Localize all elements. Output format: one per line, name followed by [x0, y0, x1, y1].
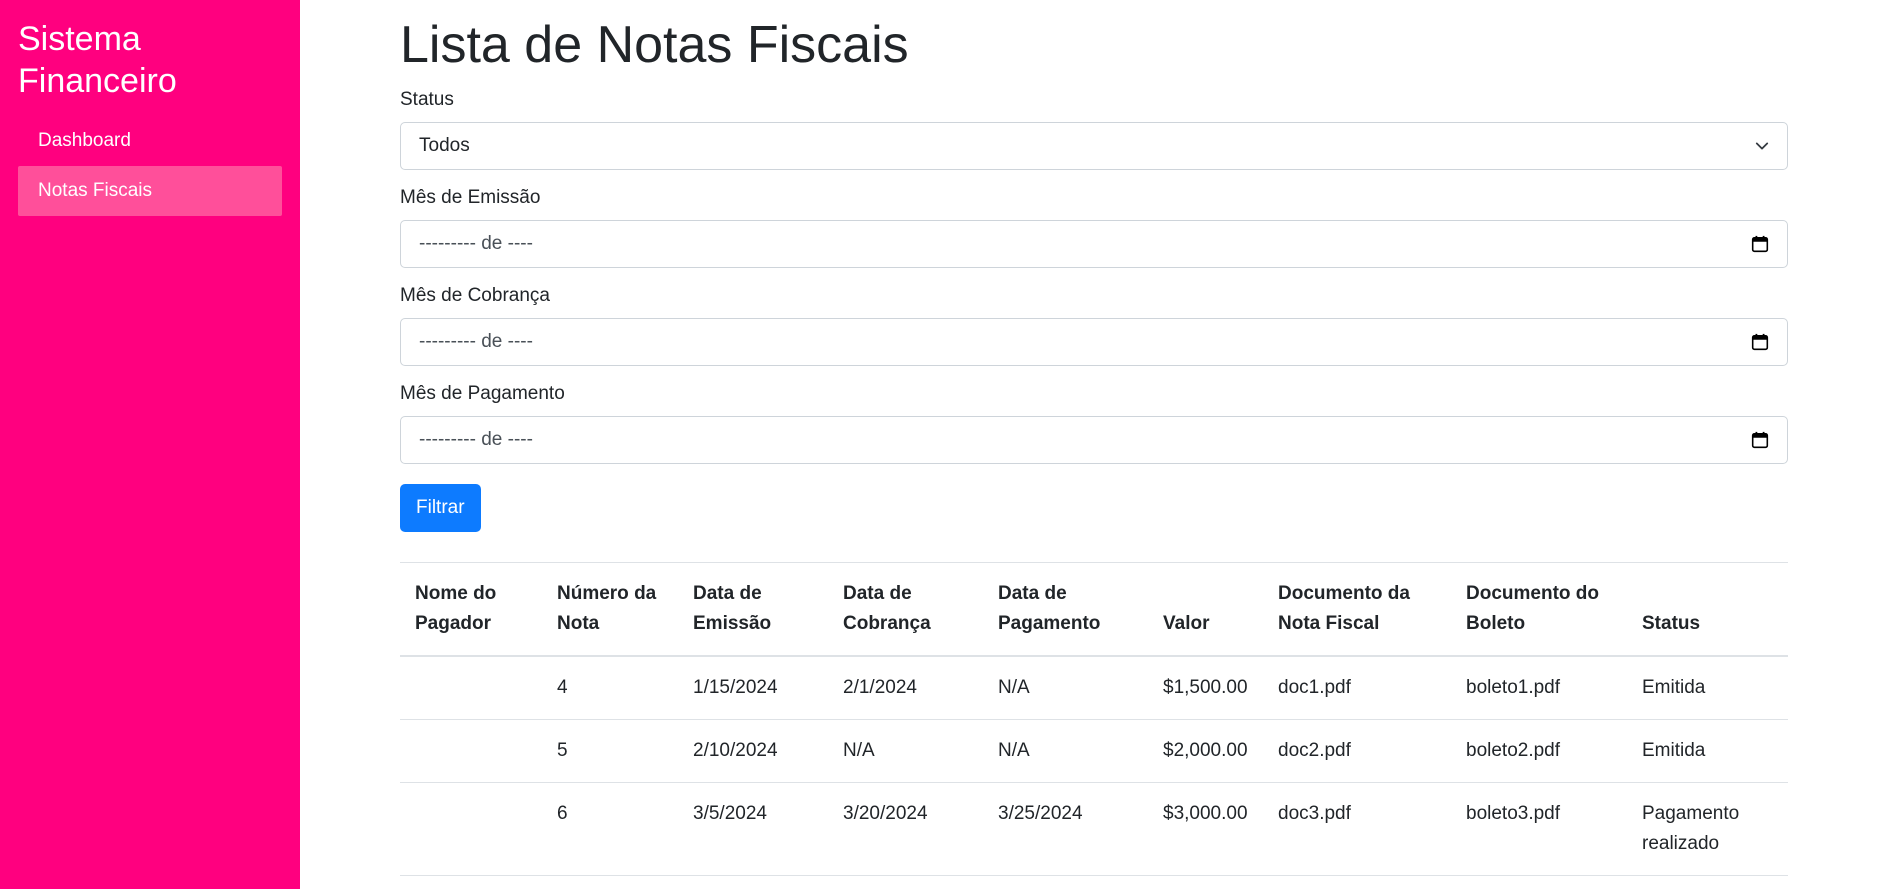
cell-payer [400, 782, 542, 876]
table-row: 6 3/5/2024 3/20/2024 3/25/2024 $3,000.00… [400, 782, 1788, 876]
cell-valor: $1,500.00 [1148, 656, 1263, 720]
column-header-cobranca: Data de Cobrança [843, 583, 931, 634]
brand-title: Sistema Financeiro [18, 20, 177, 100]
cell-doc: doc3.pdf [1263, 782, 1451, 876]
calendar-icon[interactable] [1751, 235, 1769, 253]
cell-status: Pagamento realizado [1627, 782, 1788, 876]
app-root: Sistema Financeiro Dashboard Notas Fisca… [0, 0, 1884, 889]
cell-number: 6 [542, 782, 678, 876]
cell-emissao: 2/10/2024 [678, 719, 828, 783]
status-select[interactable]: Todos [400, 122, 1788, 170]
column-header-emissao: Data de Emissão [693, 583, 772, 634]
cell-cobranca: 2/1/2024 [828, 656, 983, 720]
cell-valor: $2,000.00 [1148, 719, 1263, 783]
status-label: Status [400, 89, 454, 110]
cell-valor: $3,000.00 [1148, 782, 1263, 876]
column-header-status: Status [1642, 613, 1701, 634]
calendar-icon[interactable] [1751, 431, 1769, 449]
cell-doc: doc2.pdf [1263, 719, 1451, 783]
column-header-payer: Nome do Pagador [415, 583, 497, 634]
cell-pagamento: N/A [983, 719, 1148, 783]
cell-payer [400, 719, 542, 783]
sidebar: Sistema Financeiro Dashboard Notas Fisca… [0, 0, 300, 889]
chevron-down-icon [1755, 142, 1769, 150]
column-header-number: Número da Nota [557, 583, 657, 634]
cell-pagamento: N/A [983, 656, 1148, 720]
cell-pagamento: 3/25/2024 [983, 782, 1148, 876]
emissao-label: Mês de Emissão [400, 187, 541, 208]
page-title: Lista de Notas Fiscais [400, 16, 909, 74]
emissao-month-value: --------- de ---- [419, 233, 533, 254]
table-row: 4 1/15/2024 2/1/2024 N/A $1,500.00 doc1.… [400, 656, 1788, 720]
sidebar-item-dashboard[interactable]: Dashboard [18, 116, 282, 166]
cell-cobranca: 3/20/2024 [828, 782, 983, 876]
cell-doc: doc1.pdf [1263, 656, 1451, 720]
cell-boleto: boleto3.pdf [1451, 782, 1627, 876]
sidebar-item-notas-fiscais[interactable]: Notas Fiscais [18, 166, 282, 216]
column-header-doc: Documento da Nota Fiscal [1278, 583, 1410, 634]
cell-number: 5 [542, 719, 678, 783]
cobranca-filter-group: Mês de Cobrança --------- de ---- [400, 284, 1788, 366]
filter-button[interactable]: Filtrar [400, 484, 481, 532]
emissao-month-input[interactable]: --------- de ---- [400, 220, 1788, 268]
cell-status: Emitida [1627, 719, 1788, 783]
table-row: 5 2/10/2024 N/A N/A $2,000.00 doc2.pdf b… [400, 719, 1788, 783]
main-content: Lista de Notas Fiscais Status Todos Mês … [300, 0, 1884, 889]
calendar-icon[interactable] [1751, 333, 1769, 351]
status-filter-group: Status Todos [400, 88, 1788, 170]
cell-emissao: 1/15/2024 [678, 656, 828, 720]
cobranca-month-input[interactable]: --------- de ---- [400, 318, 1788, 366]
table-header: Nome do Pagador Número da Nota Data de E… [400, 562, 1788, 656]
cobranca-label: Mês de Cobrança [400, 285, 550, 306]
table-body: 4 1/15/2024 2/1/2024 N/A $1,500.00 doc1.… [400, 656, 1788, 876]
emissao-filter-group: Mês de Emissão --------- de ---- [400, 186, 1788, 268]
pagamento-month-value: --------- de ---- [419, 429, 533, 450]
cell-number: 4 [542, 656, 678, 720]
cell-payer [400, 656, 542, 720]
column-header-boleto: Documento do Boleto [1466, 583, 1599, 634]
cell-boleto: boleto2.pdf [1451, 719, 1627, 783]
cell-status: Emitida [1627, 656, 1788, 720]
pagamento-filter-group: Mês de Pagamento --------- de ---- [400, 382, 1788, 464]
cobranca-month-value: --------- de ---- [419, 331, 533, 352]
status-select-value: Todos [419, 135, 470, 156]
column-header-pagamento: Data de Pagamento [998, 583, 1101, 634]
column-header-valor: Valor [1163, 613, 1210, 634]
cell-cobranca: N/A [828, 719, 983, 783]
pagamento-month-input[interactable]: --------- de ---- [400, 416, 1788, 464]
cell-emissao: 3/5/2024 [678, 782, 828, 876]
content-container: Lista de Notas Fiscais Status Todos Mês … [400, 14, 1788, 876]
pagamento-label: Mês de Pagamento [400, 383, 565, 404]
invoices-table: Nome do Pagador Número da Nota Data de E… [400, 562, 1788, 876]
cell-boleto: boleto1.pdf [1451, 656, 1627, 720]
table-header-row: Nome do Pagador Número da Nota Data de E… [400, 562, 1788, 656]
